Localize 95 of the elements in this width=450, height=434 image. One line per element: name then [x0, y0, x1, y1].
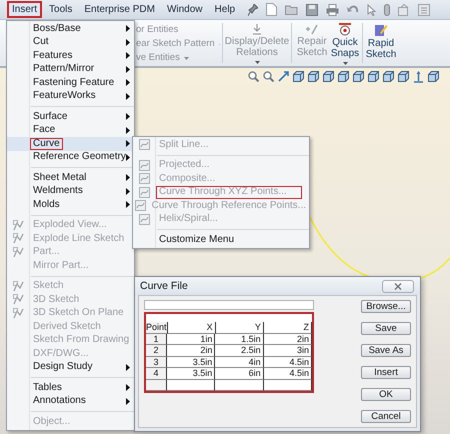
cube-icon[interactable]: [428, 71, 439, 82]
row-header: 4: [146, 368, 167, 380]
curve-tool-icon: [138, 186, 150, 198]
menu-item[interactable]: Features: [7, 49, 134, 62]
cube-icon[interactable]: [323, 71, 334, 82]
cube-icon[interactable]: [398, 71, 409, 82]
menu-tab[interactable]: Insert: [7, 1, 42, 18]
table-cell[interactable]: 3.5in: [167, 368, 216, 380]
axis-icon[interactable]: [413, 71, 424, 83]
cube-icon[interactable]: [293, 71, 304, 82]
table-cell[interactable]: 6in: [215, 368, 264, 380]
close-icon: [394, 282, 402, 290]
printer-icon[interactable]: [326, 4, 340, 16]
menu-item[interactable]: Cut: [7, 36, 134, 49]
menu-item[interactable]: Fastening Feature: [7, 76, 134, 90]
row-header: 2: [146, 345, 167, 356]
menu-item[interactable]: FeatureWorks: [7, 90, 134, 103]
column-header: Z: [264, 322, 312, 334]
pencil-icon: [305, 23, 319, 35]
dialog-button[interactable]: Save: [361, 322, 411, 335]
table-cell[interactable]: 1.5in: [215, 334, 264, 345]
table-cell[interactable]: 2in: [167, 345, 216, 356]
menu-item[interactable]: Pattern/Mirror: [7, 62, 134, 76]
sketch-tool-icon: [12, 308, 24, 319]
column-header: Point: [146, 322, 168, 334]
menu-item[interactable]: Customize Menu: [133, 233, 309, 246]
menu-item[interactable]: Reference Geometry: [7, 150, 134, 164]
menu-tab[interactable]: Help: [210, 1, 240, 18]
file-path-field[interactable]: [144, 300, 314, 310]
dialog-button[interactable]: Cancel: [361, 410, 411, 423]
dialog-button[interactable]: OK: [361, 388, 411, 401]
table-cell[interactable]: 2.5in: [215, 345, 264, 356]
pan-icon[interactable]: [278, 71, 289, 82]
row-header: 1: [146, 334, 167, 345]
row-header: 3: [146, 356, 167, 368]
menu-item[interactable]: Face: [7, 124, 134, 137]
cube-icon[interactable]: [338, 71, 349, 82]
dialog-title: Curve File: [140, 280, 188, 292]
save-icon[interactable]: [306, 4, 318, 16]
folder-icon[interactable]: [285, 4, 298, 15]
table-cell[interactable]: 4in: [215, 356, 264, 368]
target-icon: [339, 23, 351, 36]
menu-tab[interactable]: Window: [162, 1, 208, 18]
menu-tab[interactable]: Enterprise PDM: [79, 1, 160, 18]
cube-icon[interactable]: [368, 71, 379, 82]
curve-tool-icon: [138, 139, 150, 150]
zoom-icon[interactable]: [263, 71, 274, 82]
menu-tab[interactable]: Tools: [44, 1, 78, 18]
cube-icon[interactable]: [353, 71, 364, 82]
menu-item[interactable]: Curve: [7, 137, 134, 150]
table-cell[interactable]: [264, 380, 312, 391]
curve-tool-icon: [138, 173, 150, 184]
column-header: X: [168, 322, 216, 334]
row-header: [146, 380, 167, 391]
dialog-button[interactable]: Insert: [361, 366, 411, 379]
table-cell[interactable]: 3.5in: [167, 356, 216, 368]
sketch-icon: [374, 23, 388, 37]
sketch-tool-icon: [12, 220, 24, 231]
cursor-icon[interactable]: [367, 4, 376, 16]
curve-tool-icon: [138, 214, 150, 225]
menu-item[interactable]: Surface: [7, 110, 134, 124]
curve-tool-icon: [134, 200, 146, 212]
table-cell[interactable]: 2in: [264, 334, 312, 345]
document-icon[interactable]: [266, 3, 278, 16]
table-cell[interactable]: [167, 380, 216, 391]
table-cell[interactable]: 4.5in: [264, 368, 312, 380]
ribbon-button[interactable]: Quick Snaps: [330, 20, 360, 66]
cube-icon[interactable]: [383, 71, 394, 82]
menu-item[interactable]: Weldments: [7, 184, 134, 198]
menu-item[interactable]: Boss/Base: [7, 22, 134, 36]
table-cell[interactable]: 3in: [264, 345, 312, 356]
sketch-tool-icon: [12, 294, 24, 306]
curve-tool-icon: [138, 160, 150, 171]
menu-item[interactable]: Sheet Metal: [7, 171, 134, 184]
dialog-button[interactable]: Save As: [361, 344, 411, 357]
menu-item[interactable]: Tables: [7, 381, 134, 394]
menu-item[interactable]: Design Study: [7, 360, 134, 374]
table-cell[interactable]: 1in: [167, 334, 216, 345]
table-cell[interactable]: [215, 380, 264, 391]
sketch-tool-icon: [12, 233, 24, 244]
undo-icon[interactable]: [347, 4, 360, 15]
pin-icon[interactable]: [248, 4, 258, 16]
cube-icon[interactable]: [308, 71, 319, 82]
zoom-icon[interactable]: [248, 71, 259, 82]
submenu-arrow-icon: [126, 364, 130, 370]
dialog-button[interactable]: Browse...: [361, 300, 411, 313]
close-button[interactable]: [382, 280, 414, 292]
ribbon-button[interactable]: Rapid Sketch: [365, 20, 397, 66]
sketch-tool-icon: [12, 280, 24, 292]
relations-icon: [251, 23, 263, 35]
menu-item[interactable]: Molds: [7, 198, 134, 212]
sketch-tool-icon: [12, 246, 24, 258]
menu-item[interactable]: Annotations: [7, 394, 134, 408]
table-cell[interactable]: 4.5in: [264, 356, 312, 368]
column-header: Y: [216, 322, 264, 334]
